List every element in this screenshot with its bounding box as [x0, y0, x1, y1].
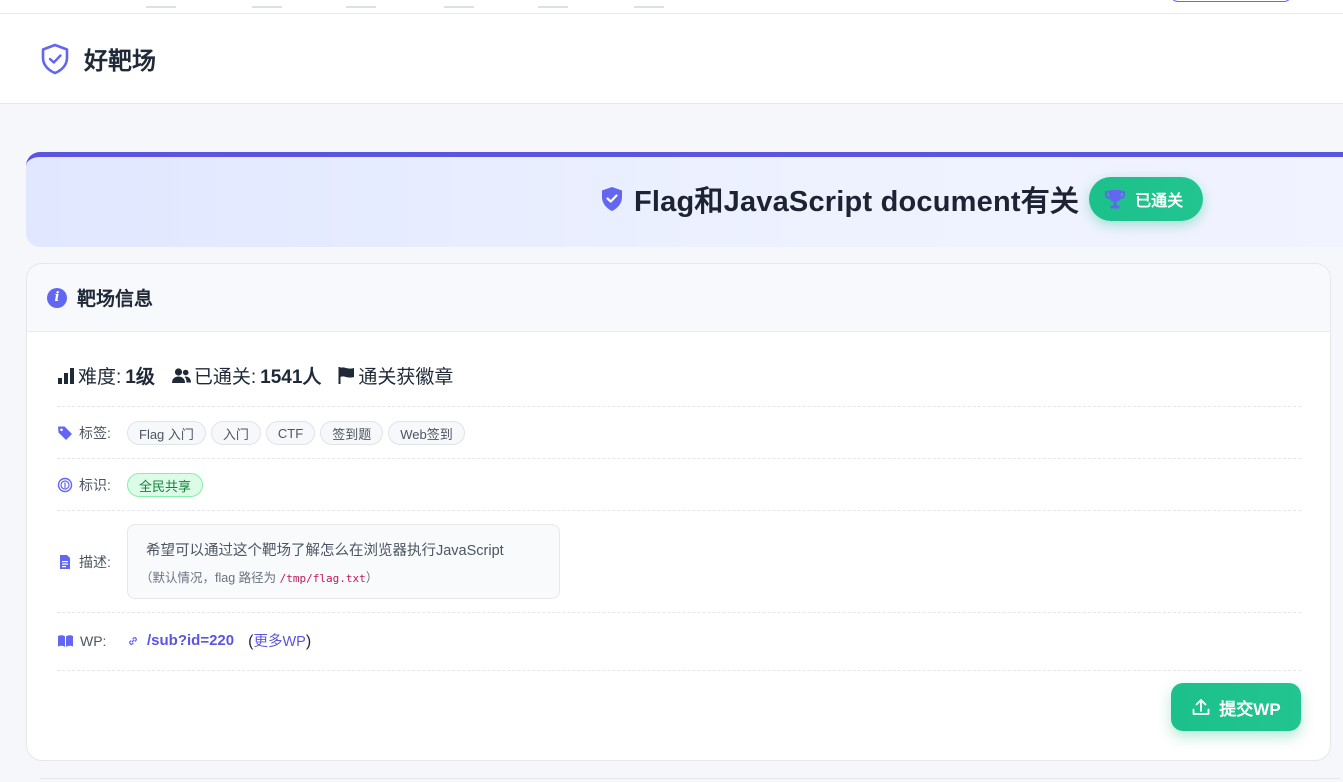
tags-icon: [58, 426, 72, 440]
submit-wp-button[interactable]: 提交WP: [1171, 683, 1301, 731]
divider: [57, 612, 1301, 613]
book-open-icon: [58, 634, 73, 647]
tag-chip[interactable]: CTF: [265, 421, 316, 445]
description-text: 希望可以通过这个靶场了解怎么在浏览器执行JavaScript: [146, 543, 504, 559]
divider: [57, 406, 1301, 407]
card-title: 靶场信息: [77, 289, 154, 310]
nav-item[interactable]: [634, 0, 664, 8]
document-icon: [60, 554, 70, 569]
marks-label: 标识:: [57, 475, 127, 495]
tag-chip[interactable]: Flag 入门: [127, 421, 206, 445]
description-row: 描述: 希望可以通过这个靶场了解怎么在浏览器执行JavaScript （默认情况…: [57, 524, 1301, 599]
share-mark-chip: 全民共享: [127, 473, 204, 497]
flag-path: /tmp/flag.txt: [279, 572, 366, 585]
next-section-edge: [40, 778, 1340, 782]
difficulty-stat: 难度: 1级: [57, 362, 155, 389]
tag-chip[interactable]: 入门: [210, 421, 261, 445]
nav-item[interactable]: [252, 0, 282, 8]
tag-chip[interactable]: 签到题: [320, 421, 384, 445]
account-button[interactable]: [1170, 0, 1292, 2]
nav-item[interactable]: [146, 0, 176, 8]
description-note: （默认情况，flag 路径为 /tmp/flag.txt）: [140, 571, 379, 585]
card-header: i 靶场信息: [27, 264, 1330, 332]
site-header: 好靶场: [0, 14, 1343, 104]
nav-item[interactable]: [346, 0, 376, 8]
trophy-icon: [1105, 190, 1126, 209]
marks-row: 标识: 全民共享: [57, 473, 1301, 497]
tags-label: 标签:: [57, 423, 127, 443]
link-icon: [129, 636, 137, 645]
site-title[interactable]: 好靶场: [84, 41, 156, 76]
description-box: 希望可以通过这个靶场了解怎么在浏览器执行JavaScript （默认情况，fla…: [127, 524, 560, 599]
users-icon: [171, 368, 191, 383]
passed-badge-label: 已通关: [1135, 193, 1184, 210]
wp-row: WP: /sub?id=220 (更多WP): [57, 630, 1301, 651]
top-navbar: [0, 0, 1343, 14]
divider: [57, 670, 1301, 671]
shield-check-icon: [602, 187, 622, 211]
tag-chip[interactable]: Web签到: [388, 421, 465, 445]
signal-bars-icon: [58, 368, 74, 384]
stats-row: 难度: 1级 已通关: 1541人 通关获徽章: [57, 362, 1301, 389]
wp-label: WP:: [57, 633, 127, 649]
description-label: 描述:: [57, 552, 127, 572]
wp-link[interactable]: /sub?id=220: [127, 632, 234, 649]
shield-check-icon: [41, 43, 69, 74]
nav-item[interactable]: [538, 0, 568, 8]
flag-icon: [338, 367, 355, 384]
nav-item[interactable]: [444, 0, 474, 8]
challenge-title: Flag和JavaScript document有关: [634, 186, 1080, 218]
info-icon: i: [47, 287, 67, 308]
fingerprint-icon: [57, 477, 73, 493]
passed-count-stat: 已通关: 1541人: [171, 362, 321, 389]
divider: [57, 458, 1301, 459]
passed-badge: 已通关: [1089, 177, 1204, 221]
badge-reward-stat: 通关获徽章: [337, 362, 453, 389]
divider: [57, 510, 1301, 511]
more-wp-link[interactable]: 更多WP: [253, 634, 305, 650]
more-wp: (更多WP): [248, 633, 312, 650]
tags-row: 标签: Flag 入门 入门 CTF 签到题 Web签到: [57, 421, 1301, 445]
upload-icon: [1192, 699, 1210, 715]
challenge-banner: Flag和JavaScript document有关 已通关: [26, 152, 1343, 247]
challenge-info-card: i 靶场信息 难度: 1级 已通关: 1541人 通关获徽章 标签: Flag …: [26, 263, 1331, 761]
